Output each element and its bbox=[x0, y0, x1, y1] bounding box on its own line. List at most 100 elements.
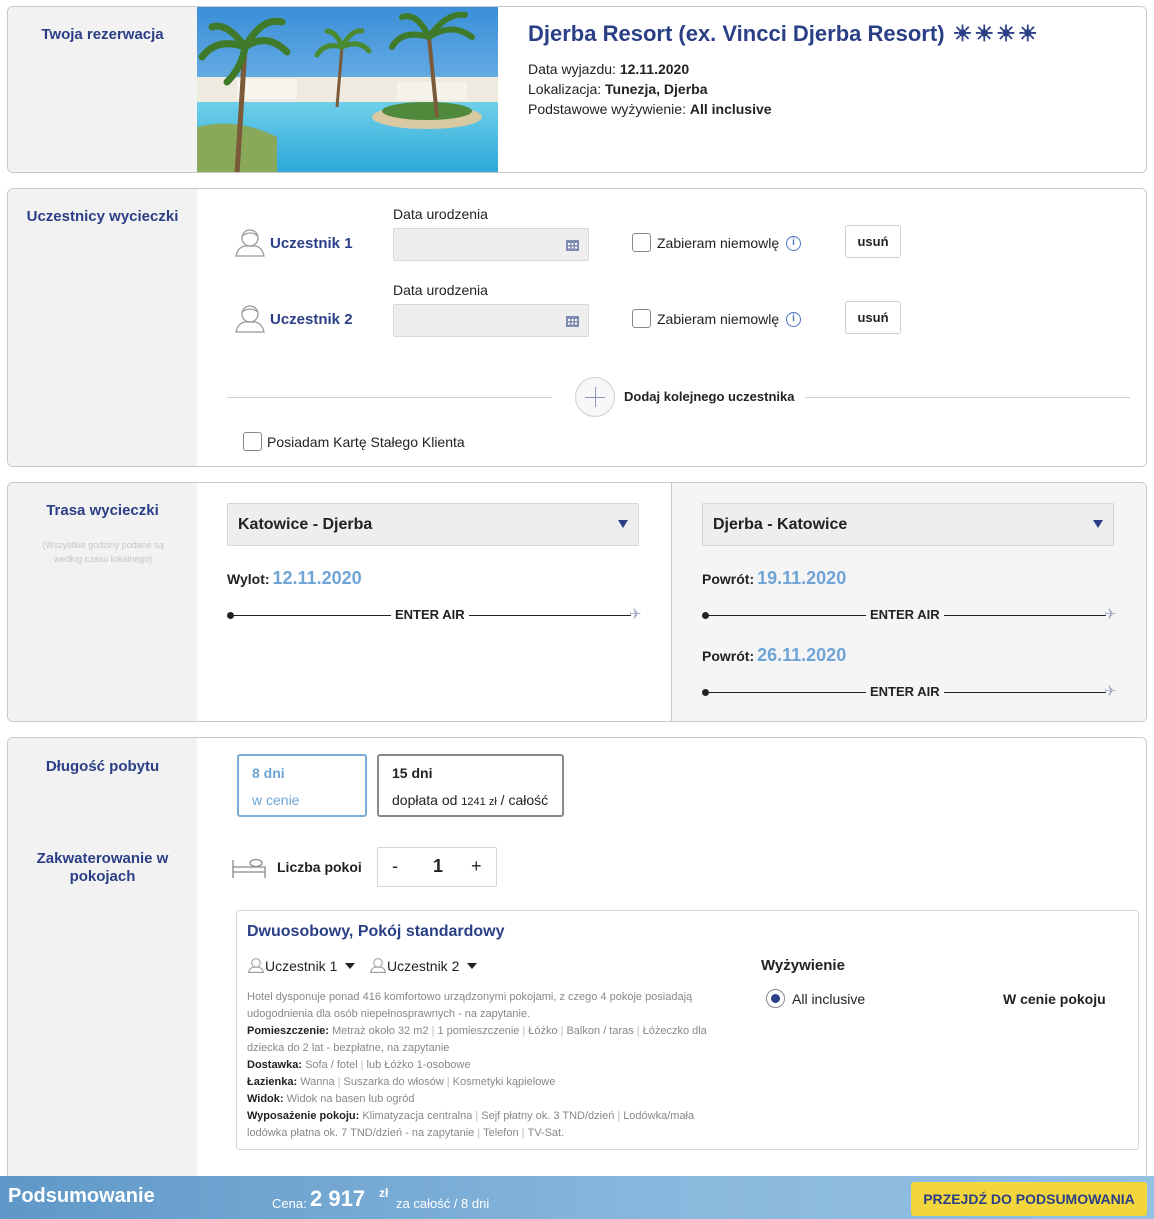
return-date-2: 26.11.2020 bbox=[757, 645, 847, 665]
occupant-select-1[interactable]: Uczestnik 1 bbox=[247, 957, 356, 974]
route-main: Katowice - Djerba Wylot: 12.11.2020 ENTER… bbox=[197, 483, 1146, 721]
route-note: (Wszystkie godziny podane są według czas… bbox=[42, 540, 164, 564]
return-airline-2: ENTER AIR bbox=[866, 684, 944, 699]
sun-icon: ☀ bbox=[996, 21, 1016, 46]
info-icon[interactable]: i bbox=[786, 312, 801, 327]
participants-title: Uczestnicy wycieczki bbox=[26, 208, 179, 225]
room-detail-item: Klimatyzacja centralna bbox=[362, 1110, 473, 1122]
go-to-summary-button[interactable]: PRZEJDŹ DO PODSUMOWANIA bbox=[911, 1182, 1147, 1216]
price-note: za całość / 8 dni bbox=[396, 1196, 490, 1211]
location: Lokalizacja: Tunezja, Djerba bbox=[528, 81, 707, 97]
return-date-1: 19.11.2020 bbox=[757, 568, 847, 588]
return-flight-1-date[interactable]: Powrót: 19.11.2020 bbox=[702, 568, 846, 589]
separator: | bbox=[337, 1076, 341, 1088]
room-description: Hotel dysponuje ponad 416 komfortowo urz… bbox=[247, 989, 737, 1142]
board-label: Podstawowe wyżywienie: bbox=[528, 101, 686, 117]
stay-side: Długość pobytu Zakwaterowanie w pokojach bbox=[8, 738, 197, 1177]
return-label: Powrót: bbox=[702, 571, 755, 587]
room-detail-item: Widok na basen lub ogród bbox=[286, 1093, 415, 1105]
room-detail-item: 1 pomieszczenie bbox=[437, 1025, 520, 1037]
increment-button[interactable]: + bbox=[471, 856, 482, 877]
dob-input-1[interactable] bbox=[393, 228, 589, 261]
room-detail-item: Metraż około 32 m2 bbox=[331, 1025, 429, 1037]
separator: | bbox=[446, 1076, 450, 1088]
room-detail-label: Widok: bbox=[247, 1093, 287, 1105]
board-option-price: W cenie pokoju bbox=[1003, 991, 1106, 1007]
calendar-icon[interactable] bbox=[566, 239, 579, 251]
stay-option-sub: w cenie bbox=[252, 792, 300, 808]
separator: | bbox=[560, 1025, 564, 1037]
remove-participant-2-button[interactable]: usuń bbox=[845, 301, 901, 334]
remove-participant-1-button[interactable]: usuń bbox=[845, 225, 901, 258]
person-icon bbox=[235, 305, 265, 333]
room-detail-line: Wyposażenie pokoju: Klimatyzacja central… bbox=[247, 1108, 737, 1142]
dob-label: Data urodzenia bbox=[393, 206, 488, 222]
return-label: Powrót: bbox=[702, 648, 755, 664]
location-label: Lokalizacja: bbox=[528, 81, 602, 97]
room-detail-line: Widok: Widok na basen lub ogród bbox=[247, 1091, 737, 1108]
dropdown-arrow-icon bbox=[618, 520, 628, 528]
board-radio-all-inclusive[interactable] bbox=[766, 989, 785, 1008]
participant-1-label: Uczestnik 1 bbox=[270, 235, 353, 252]
separator: | bbox=[477, 1127, 481, 1139]
bed-icon bbox=[232, 858, 266, 878]
separator: | bbox=[521, 1127, 525, 1139]
rooms-stepper[interactable]: - 1 + bbox=[377, 847, 497, 887]
separator: | bbox=[360, 1059, 364, 1071]
separator: | bbox=[636, 1025, 640, 1037]
plane-icon: ✈ bbox=[1104, 606, 1117, 623]
outbound-route-select[interactable]: Katowice - Djerba bbox=[227, 503, 639, 546]
room-detail-line: Łazienka: Wanna | Suszarka do włosów | Kosme… bbox=[247, 1074, 737, 1091]
dob-input-2[interactable] bbox=[393, 304, 589, 337]
reservation-panel: Twoja rezerwacja Djerba Resort (ex. Vinc… bbox=[7, 6, 1147, 173]
room-detail-label: Łazienka: bbox=[247, 1076, 301, 1088]
dob-label: Data urodzenia bbox=[393, 282, 488, 298]
hotel-name-text: Djerba Resort (ex. Vincci Djerba Resort) bbox=[528, 21, 945, 46]
return-route-select[interactable]: Djerba - Katowice bbox=[702, 503, 1114, 546]
stay-main: 8 dni w cenie 15 dni dopłata od 1241 zł … bbox=[197, 738, 1146, 1177]
participant-2-label: Uczestnik 2 bbox=[270, 311, 353, 328]
price-label: Cena: bbox=[272, 1196, 307, 1211]
infant-checkbox-2[interactable] bbox=[632, 309, 651, 328]
stay-option-sub: dopłata od 1241 zł / całość bbox=[392, 792, 548, 808]
loyalty-card-checkbox[interactable] bbox=[243, 432, 262, 451]
divider bbox=[805, 397, 1130, 398]
board-basis: Podstawowe wyżywienie: All inclusive bbox=[528, 101, 772, 117]
return-flight-2-date[interactable]: Powrót: 26.11.2020 bbox=[702, 645, 846, 666]
add-participant-icon[interactable] bbox=[575, 377, 615, 417]
room-detail-label: Wyposażenie pokoju: bbox=[247, 1110, 363, 1122]
board-option-label: All inclusive bbox=[792, 991, 866, 1007]
route-side: Trasa wycieczki (Wszystkie godziny podan… bbox=[8, 483, 197, 721]
reservation-side: Twoja rezerwacja bbox=[8, 7, 197, 172]
infant-label-2: Zabieram niemowlę bbox=[657, 311, 780, 327]
room-detail-item: Balkon / taras bbox=[566, 1025, 634, 1037]
outbound-route-value: Katowice - Djerba bbox=[238, 516, 373, 533]
add-participant-button[interactable]: Dodaj kolejnego uczestnika bbox=[624, 389, 795, 404]
rooms-count-value[interactable]: 1 bbox=[433, 856, 443, 877]
summary-title: Podsumowanie bbox=[8, 1185, 155, 1207]
occupant-select-2[interactable]: Uczestnik 2 bbox=[369, 957, 478, 974]
room-detail-item: Wanna bbox=[300, 1076, 335, 1088]
decrement-button[interactable]: - bbox=[392, 856, 398, 877]
return-airline-1: ENTER AIR bbox=[866, 607, 944, 622]
dropdown-arrow-icon bbox=[1093, 520, 1103, 528]
hotel-name[interactable]: Djerba Resort (ex. Vincci Djerba Resort)… bbox=[528, 21, 1038, 47]
separator: | bbox=[475, 1110, 479, 1122]
divider bbox=[227, 397, 552, 398]
participants-side: Uczestnicy wycieczki bbox=[8, 189, 197, 466]
departure-label: Data wyjazdu: bbox=[528, 61, 616, 77]
info-icon[interactable]: i bbox=[786, 236, 801, 251]
stay-option-15-days[interactable]: 15 dni dopłata od 1241 zł / całość bbox=[377, 754, 564, 817]
infant-checkbox-1[interactable] bbox=[632, 233, 651, 252]
stay-option-8-days[interactable]: 8 dni w cenie bbox=[237, 754, 367, 817]
outbound-label: Wylot: bbox=[227, 571, 270, 587]
calendar-icon[interactable] bbox=[566, 315, 579, 327]
surcharge-prefix: dopłata od bbox=[392, 792, 458, 808]
room-detail-item: Sejf płatny ok. 3 TND/dzień bbox=[481, 1110, 615, 1122]
hotel-photo bbox=[197, 7, 498, 172]
room-detail-item: Kosmetyki kąpielowe bbox=[452, 1076, 556, 1088]
rooms-count-label: Liczba pokoi bbox=[277, 859, 362, 875]
dropdown-arrow-icon bbox=[467, 963, 478, 969]
route-panel: Trasa wycieczki (Wszystkie godziny podan… bbox=[7, 482, 1147, 722]
stay-panel: Długość pobytu Zakwaterowanie w pokojach… bbox=[7, 737, 1147, 1177]
